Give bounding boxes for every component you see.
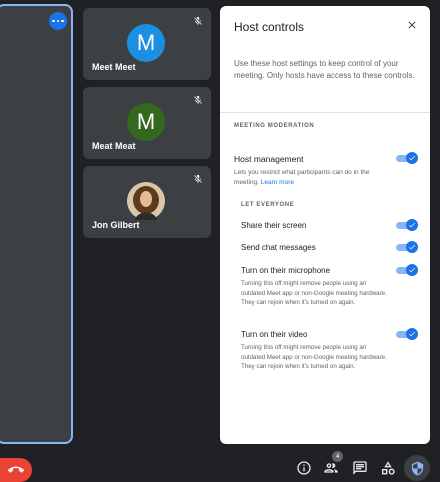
more-options-button[interactable] <box>49 12 67 30</box>
share-screen-toggle[interactable] <box>396 219 418 231</box>
divider <box>220 112 430 113</box>
more-dot <box>61 19 64 23</box>
host-controls-panel: Host controls Use these host settings to… <box>220 6 430 444</box>
check-icon <box>409 155 415 161</box>
toggle-knob <box>406 241 418 253</box>
share-screen-label: Share their screen <box>241 221 307 230</box>
info-icon[interactable] <box>296 460 312 476</box>
check-icon <box>409 331 415 337</box>
activities-icon[interactable] <box>380 460 396 476</box>
participant-name: Meat Meat <box>92 141 136 151</box>
toggle-knob <box>406 219 418 231</box>
participant-name: Meet Meet <box>92 62 136 72</box>
participant-tile[interactable]: M Meat Meat <box>83 87 211 159</box>
host-management-toggle[interactable] <box>396 152 418 164</box>
host-controls-button[interactable] <box>404 455 430 481</box>
toggle-knob <box>406 264 418 276</box>
video-toggle[interactable] <box>396 328 418 340</box>
send-chat-toggle[interactable] <box>396 241 418 253</box>
host-management-desc: Lets you restrict what participants can … <box>234 168 384 187</box>
phone-hangup-icon <box>8 466 24 473</box>
avatar: M <box>127 24 165 62</box>
host-management-title: Host management <box>234 154 304 164</box>
more-dot <box>56 19 60 23</box>
more-dot <box>52 19 55 23</box>
main-video-tile[interactable] <box>0 4 73 444</box>
participant-tile[interactable]: Jon Gilbert <box>83 166 211 238</box>
participant-count-badge: 4 <box>332 451 343 462</box>
toggle-knob <box>406 152 418 164</box>
chat-icon[interactable] <box>352 460 368 476</box>
panel-title: Host controls <box>234 20 305 34</box>
microphone-toggle[interactable] <box>396 264 418 276</box>
mic-off-icon <box>194 16 202 25</box>
panel-intro: Use these host settings to keep control … <box>234 59 415 80</box>
check-icon <box>409 222 415 228</box>
video-desc: Turning this off might remove people usi… <box>241 344 387 370</box>
mic-off-icon <box>194 95 202 104</box>
profile-photo <box>127 182 165 220</box>
check-icon <box>409 267 415 273</box>
mic-off-icon <box>194 174 202 183</box>
let-everyone-heading: LET EVERYONE <box>241 202 295 208</box>
check-icon <box>409 244 415 250</box>
video-label: Turn on their video <box>241 330 308 339</box>
participant-tile[interactable]: M Meet Meet <box>83 8 211 80</box>
section-heading: MEETING MODERATION <box>234 123 315 129</box>
host-controls-icon <box>411 461 423 475</box>
avatar: M <box>127 103 165 141</box>
people-icon[interactable] <box>323 460 339 476</box>
close-icon[interactable] <box>406 19 418 31</box>
participant-name: Jon Gilbert <box>92 220 140 230</box>
microphone-label: Turn on their microphone <box>241 266 331 275</box>
end-call-button[interactable] <box>0 458 32 482</box>
send-chat-label: Send chat messages <box>241 243 316 252</box>
microphone-desc: Turning this off might remove people usi… <box>241 280 387 306</box>
toggle-knob <box>406 328 418 340</box>
host-management-desc-text: Lets you restrict what participants can … <box>234 169 370 186</box>
learn-more-link[interactable]: Learn more <box>261 179 294 186</box>
